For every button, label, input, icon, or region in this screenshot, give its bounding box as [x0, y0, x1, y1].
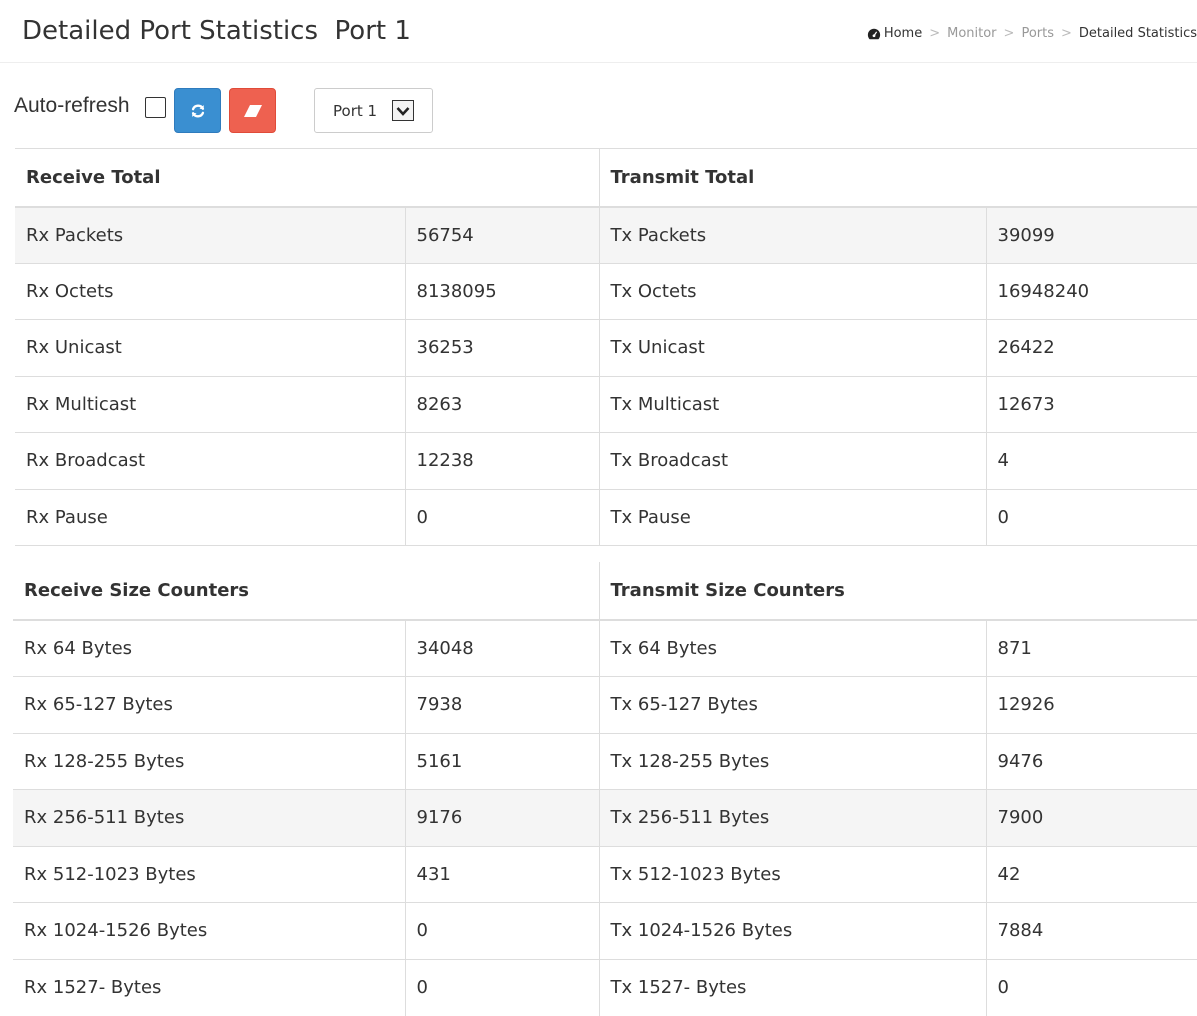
breadcrumb-ports-link[interactable]: Ports	[1021, 24, 1054, 44]
rx-value: 8138095	[405, 262, 600, 320]
tx-value: 16948240	[986, 262, 1197, 320]
breadcrumb-current: Detailed Statistics	[1078, 26, 1197, 41]
table-row: Rx 256-511 Bytes 9176 Tx 256-511 Bytes 7…	[13, 789, 1197, 846]
refresh-button[interactable]	[174, 88, 221, 133]
tx-label: Tx 1527- Bytes	[599, 958, 987, 1016]
auto-refresh-label: Auto-refresh	[14, 94, 130, 117]
rx-label: Rx Multicast	[15, 375, 406, 433]
rx-label: Rx Octets	[15, 262, 406, 320]
rx-value: 7938	[405, 676, 600, 733]
tx-label: Tx 1024-1526 Bytes	[599, 902, 987, 959]
table-row: Rx 128-255 Bytes 5161 Tx 128-255 Bytes 9…	[13, 732, 1197, 790]
receive-transmit-total-table: Receive Total Transmit Total Rx Packets …	[15, 148, 1197, 546]
table-header-row: Receive Total Transmit Total	[15, 148, 1197, 208]
breadcrumb-monitor-link[interactable]: Monitor	[947, 24, 996, 44]
rx-value: 9176	[405, 789, 600, 846]
transmit-size-counters-header: Transmit Size Counters	[599, 562, 1197, 621]
table-row: Rx 512-1023 Bytes 431 Tx 512-1023 Bytes …	[13, 845, 1197, 903]
rx-label: Rx 256-511 Bytes	[13, 789, 406, 846]
rx-value: 0	[405, 902, 600, 959]
port-select-value: Port 1	[333, 102, 378, 120]
auto-refresh-checkbox[interactable]	[145, 97, 166, 118]
clear-button[interactable]	[229, 88, 276, 133]
rx-label: Rx 65-127 Bytes	[13, 676, 406, 733]
rx-value: 8263	[405, 375, 600, 433]
table-header-row: Receive Size Counters Transmit Size Coun…	[13, 562, 1197, 621]
rx-label: Rx 64 Bytes	[13, 619, 406, 677]
table-row: Rx 1024-1526 Bytes 0 Tx 1024-1526 Bytes …	[13, 902, 1197, 959]
tx-value: 9476	[986, 732, 1197, 790]
tx-value: 7884	[986, 902, 1197, 959]
tx-label: Tx Multicast	[599, 375, 987, 433]
rx-value: 36253	[405, 319, 600, 376]
receive-size-counters-header: Receive Size Counters	[13, 562, 600, 621]
dashboard-icon	[867, 28, 880, 40]
rx-label: Rx 1527- Bytes	[13, 958, 406, 1016]
rx-label: Rx 1024-1526 Bytes	[13, 902, 406, 959]
tx-value: 42	[986, 845, 1197, 903]
tx-label: Tx Octets	[599, 262, 987, 320]
table-row: Rx Broadcast 12238 Tx Broadcast 4	[15, 432, 1197, 489]
rx-label: Rx 128-255 Bytes	[13, 732, 406, 790]
rx-value: 0	[405, 488, 600, 546]
rx-label: Rx 512-1023 Bytes	[13, 845, 406, 903]
breadcrumb-separator: >	[929, 26, 941, 41]
rx-value: 56754	[405, 206, 600, 263]
eraser-icon	[243, 104, 262, 117]
table-row: Rx Multicast 8263 Tx Multicast 12673	[15, 375, 1197, 433]
breadcrumb: Home > Monitor > Ports > Detailed Statis…	[867, 24, 1197, 44]
table-row: Rx Unicast 36253 Tx Unicast 26422	[15, 319, 1197, 376]
tx-label: Tx Unicast	[599, 319, 987, 376]
toolbar: Auto-refresh Port 1	[14, 88, 1184, 133]
port-select[interactable]: Port 1	[314, 88, 433, 133]
refresh-icon	[191, 104, 204, 117]
tx-value: 0	[986, 958, 1197, 1016]
tx-label: Tx 65-127 Bytes	[599, 676, 987, 733]
rx-label: Rx Broadcast	[15, 432, 406, 489]
chevron-down-icon	[392, 100, 414, 121]
size-counters-table: Receive Size Counters Transmit Size Coun…	[13, 562, 1197, 1016]
tx-value: 7900	[986, 789, 1197, 846]
tx-value: 0	[986, 488, 1197, 546]
rx-value: 12238	[405, 432, 600, 489]
transmit-total-header: Transmit Total	[599, 148, 1197, 208]
breadcrumb-separator: >	[1060, 26, 1072, 41]
tx-value: 26422	[986, 319, 1197, 376]
rx-value: 5161	[405, 732, 600, 790]
tx-label: Tx 128-255 Bytes	[599, 732, 987, 790]
table-row: Rx 65-127 Bytes 7938 Tx 65-127 Bytes 129…	[13, 676, 1197, 733]
tx-value: 12926	[986, 676, 1197, 733]
tx-label: Tx 512-1023 Bytes	[599, 845, 987, 903]
rx-label: Rx Unicast	[15, 319, 406, 376]
table-row: Rx Packets 56754 Tx Packets 39099	[15, 206, 1197, 263]
rx-value: 34048	[405, 619, 600, 677]
tx-label: Tx 64 Bytes	[599, 619, 987, 677]
tx-label: Tx 256-511 Bytes	[599, 789, 987, 846]
page-title: Detailed Port Statistics Port 1	[22, 16, 411, 46]
table-row: Rx Octets 8138095 Tx Octets 16948240	[15, 262, 1197, 320]
receive-total-header: Receive Total	[15, 148, 600, 208]
table-row: Rx 64 Bytes 34048 Tx 64 Bytes 871	[13, 619, 1197, 677]
rx-value: 431	[405, 845, 600, 903]
tx-label: Tx Broadcast	[599, 432, 987, 489]
tx-value: 871	[986, 619, 1197, 677]
rx-value: 0	[405, 958, 600, 1016]
table-row: Rx 1527- Bytes 0 Tx 1527- Bytes 0	[13, 958, 1197, 1016]
title-divider	[0, 62, 1197, 63]
rx-label: Rx Packets	[15, 206, 406, 263]
tx-label: Tx Pause	[599, 488, 987, 546]
rx-label: Rx Pause	[15, 488, 406, 546]
table-row: Rx Pause 0 Tx Pause 0	[15, 488, 1197, 546]
breadcrumb-separator: >	[1003, 26, 1015, 41]
tx-value: 12673	[986, 375, 1197, 433]
tx-value: 39099	[986, 206, 1197, 263]
tx-value: 4	[986, 432, 1197, 489]
tx-label: Tx Packets	[599, 206, 987, 263]
breadcrumb-home-link[interactable]: Home	[884, 24, 922, 44]
